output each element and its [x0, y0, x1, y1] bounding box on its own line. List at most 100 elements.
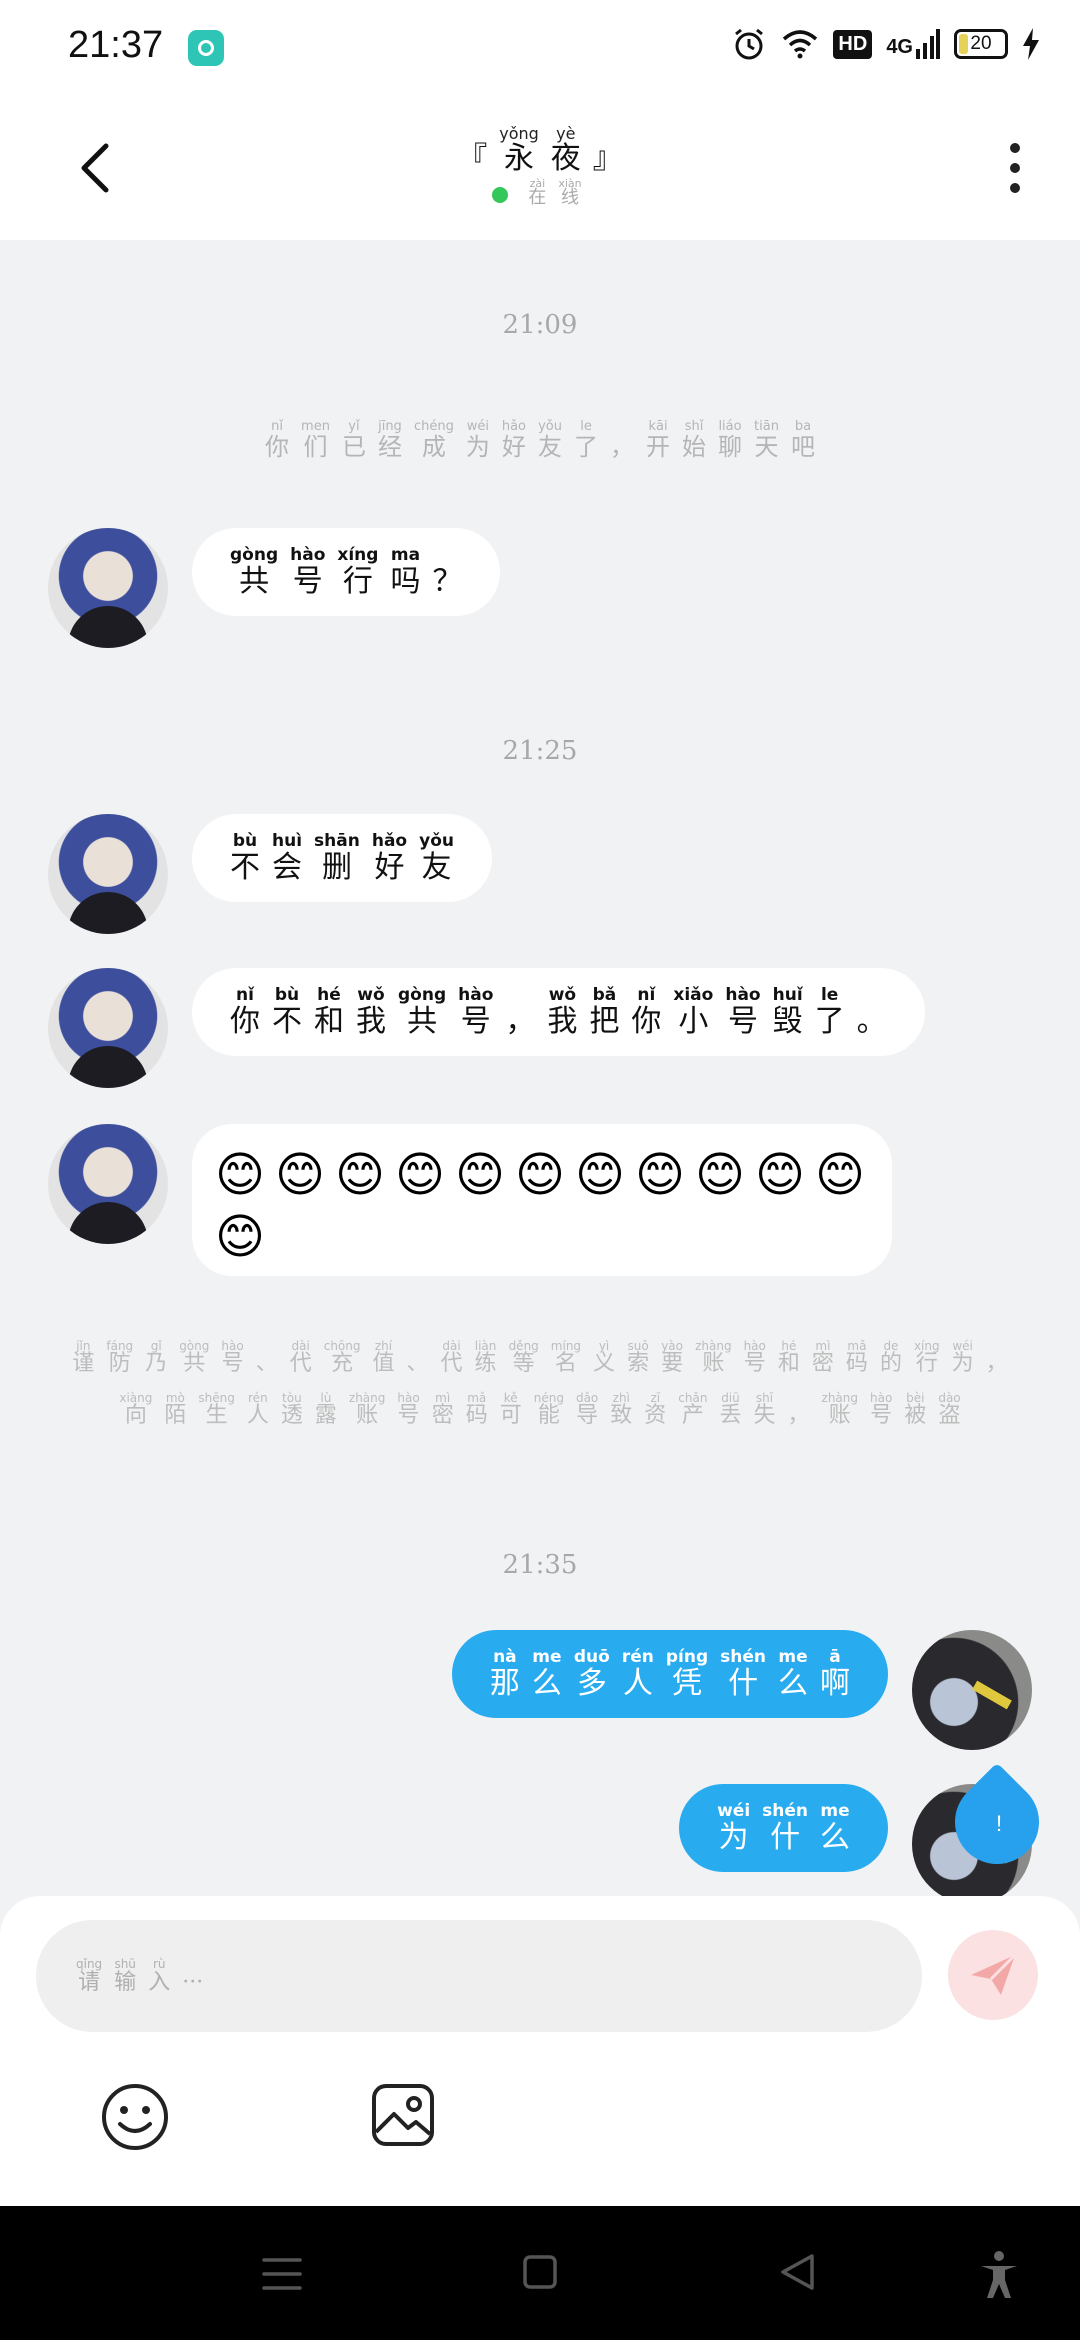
ruby-char: men 们 — [301, 420, 330, 459]
pinyin: xíng — [337, 545, 379, 565]
hanzi: 号 — [221, 1351, 244, 1376]
hanzi: 永 — [504, 141, 534, 176]
hanzi: 丢 — [719, 1403, 742, 1428]
emoji-message-bubble[interactable]: 😊 😊 😊 😊 😊 😊 😊 😊 😊 😊 😊 😊 — [192, 1124, 892, 1276]
pinyin: píng — [665, 1647, 709, 1667]
ruby-char: zhì 致 — [610, 1392, 632, 1427]
hanzi: 么 — [531, 1666, 562, 1701]
pinyin: hǎo — [371, 831, 408, 851]
more-vertical-icon[interactable] — [1000, 140, 1030, 196]
pinyin — [517, 987, 523, 1004]
pinyin: bù — [232, 831, 258, 851]
message-text: gòng 共 hào 号 xíng 行 ma 吗 ？ — [224, 547, 468, 597]
ruby-char: nǐ 你 — [265, 420, 289, 459]
image-icon[interactable] — [370, 2082, 436, 2148]
pinyin: shū — [114, 1957, 136, 1971]
hanzi: 不 — [272, 1004, 302, 1039]
battery-icon: 20 — [954, 29, 1008, 59]
ruby-char: shēng 生 — [198, 1392, 234, 1427]
hanzi: 和 — [314, 1004, 344, 1039]
paper-plane-icon — [971, 1953, 1017, 1995]
ruby-char: rén 人 — [622, 1649, 654, 1699]
ruby-char: ， — [986, 1340, 1008, 1375]
security-warning-line-2: xiàng 向 mò 陌 shēng 生 rén 人 tòu 透 lù 露 zhàng 账 hào 号 mì 密 m… — [0, 1392, 1080, 1427]
hanzi: 人 — [246, 1403, 269, 1428]
composer-panel: qǐng 请 shū 输 rù 入 ··· — [0, 1896, 1080, 2206]
pinyin: yǒng — [499, 124, 539, 143]
hanzi: 为 — [951, 1351, 974, 1376]
emoji: 😊 — [634, 1147, 686, 1203]
hanzi: 充 — [331, 1351, 354, 1376]
ruby-char: qǐng 请 — [76, 1958, 102, 1994]
contact-avatar[interactable] — [48, 1124, 168, 1244]
message-bubble-outgoing[interactable]: nà 那 me 么 duō 多 rén 人 píng 凭 shén 什 me 么 ā 啊 — [451, 1630, 888, 1718]
hanzi: 我 — [547, 1004, 578, 1039]
accessibility-icon[interactable] — [978, 2250, 1020, 2300]
ruby-char: liáo 聊 — [718, 420, 742, 459]
hanzi: 值 — [372, 1351, 395, 1376]
hanzi: 号 — [460, 1004, 491, 1039]
hanzi: 么 — [778, 1666, 808, 1701]
hanzi: 代 — [289, 1351, 312, 1376]
back-triangle-icon[interactable] — [778, 2252, 816, 2292]
ruby-char: me 么 — [820, 1803, 850, 1853]
ruby-char: gòng 共 — [230, 547, 278, 597]
smiley-icon[interactable] — [100, 2082, 170, 2152]
hanzi: 你 — [265, 433, 290, 461]
ruby-char: dài 代 — [290, 1340, 312, 1375]
hanzi: 友 — [421, 850, 452, 885]
pinyin: huì — [272, 831, 303, 851]
ruby-char: chōng 充 — [324, 1340, 361, 1375]
home-icon[interactable] — [522, 2254, 558, 2290]
pinyin: gòng — [398, 985, 447, 1005]
pinyin: ba — [794, 419, 812, 434]
emoji: 😊 — [574, 1147, 626, 1203]
hanzi: 入 — [148, 1970, 171, 1995]
ruby-char: nǐ 你 — [631, 987, 661, 1037]
recent-apps-icon[interactable] — [262, 2256, 302, 2292]
send-button[interactable] — [948, 1930, 1038, 2020]
hanzi: 陌 — [164, 1403, 187, 1428]
hanzi: 要 — [661, 1351, 684, 1376]
pinyin: hào — [725, 985, 761, 1005]
contact-avatar[interactable] — [48, 968, 168, 1088]
hanzi: 盗 — [938, 1403, 961, 1428]
hanzi: 防 — [108, 1351, 131, 1376]
message-bubble-incoming[interactable]: bù 不 huì 会 shān 删 hǎo 好 yǒu 友 — [192, 814, 492, 902]
pinyin: le — [820, 985, 839, 1005]
hanzi: 吗 — [390, 564, 421, 599]
pinyin: yè — [556, 124, 576, 143]
contact-avatar[interactable] — [48, 528, 168, 648]
message-bubble-outgoing[interactable]: wéi 为 shén 什 me 么 — [679, 1784, 888, 1872]
ruby-char: hào 号 — [870, 1392, 892, 1427]
ruby-char: wǒ 我 — [356, 987, 386, 1037]
pinyin: me — [532, 1647, 562, 1667]
hanzi: 、 — [255, 1351, 278, 1376]
hanzi: 码 — [465, 1403, 488, 1428]
hanzi: 致 — [610, 1403, 633, 1428]
message-bubble-incoming[interactable]: nǐ 你 bù 不 hé 和 wǒ 我 gòng 共 hào 号 ， wǒ 我 bǎ 把 nǐ 你 xiǎo 小 hào… — [192, 968, 925, 1056]
hanzi: 练 — [474, 1351, 497, 1376]
pinyin: liáo — [718, 419, 742, 434]
hanzi: 密 — [811, 1351, 834, 1376]
my-avatar[interactable] — [912, 1630, 1032, 1750]
hanzi: 凭 — [672, 1666, 702, 1701]
hanzi: 能 — [537, 1403, 560, 1428]
ruby-char: ba 吧 — [791, 420, 815, 459]
contact-avatar[interactable] — [48, 814, 168, 934]
hanzi: 啊 — [820, 1666, 850, 1701]
hanzi: 和 — [777, 1351, 800, 1376]
ruby-char: liàn 练 — [475, 1340, 497, 1375]
charging-bolt-icon — [1023, 28, 1039, 60]
ruby-char: kāi 开 — [646, 420, 670, 459]
ruby-char: 。 — [857, 987, 887, 1037]
ruby-char: zī 资 — [644, 1392, 666, 1427]
hanzi: 了 — [574, 433, 599, 461]
ruby-char: néng 能 — [534, 1392, 564, 1427]
pinyin: le — [580, 419, 592, 434]
hanzi: 行 — [342, 564, 373, 599]
message-input[interactable]: qǐng 请 shū 输 rù 入 ··· — [36, 1920, 922, 2032]
hanzi: 被 — [904, 1403, 927, 1428]
pinyin — [605, 126, 610, 142]
message-bubble-incoming[interactable]: gòng 共 hào 号 xíng 行 ma 吗 ？ — [192, 528, 501, 616]
